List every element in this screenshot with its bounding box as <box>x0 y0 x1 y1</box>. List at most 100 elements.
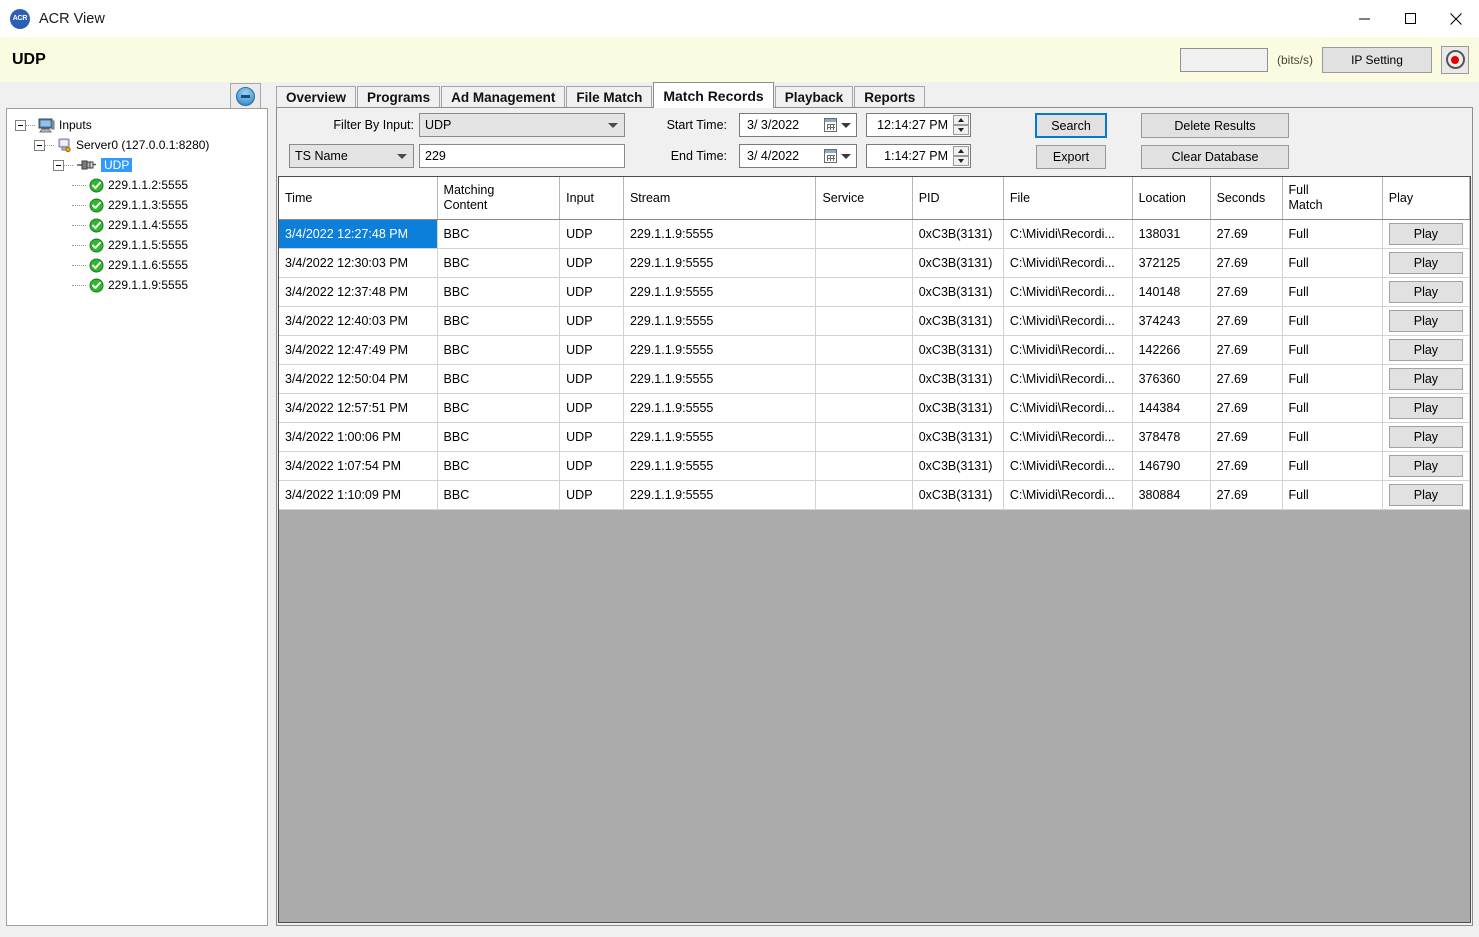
table-row[interactable]: 3/4/2022 12:57:51 PM BBC UDP 229.1.1.9:5555… <box>279 393 1470 423</box>
play-button[interactable]: Play <box>1388 338 1463 361</box>
export-button[interactable]: Export <box>1036 145 1106 169</box>
column-header[interactable]: File <box>1003 177 1133 220</box>
cell-pid: 0xC3B(3131) <box>912 393 1004 423</box>
tree-node-stream[interactable]: 229.1.1.4:5555 <box>15 215 267 235</box>
column-header[interactable]: PID <box>912 177 1004 220</box>
cell-full-match: Full <box>1282 248 1383 278</box>
table-row[interactable]: 3/4/2022 1:00:06 PM BBC UDP 229.1.1.9:5555 0… <box>279 422 1470 452</box>
tree-node-stream[interactable]: 229.1.1.9:5555 <box>15 275 267 295</box>
expander-icon[interactable] <box>34 139 45 151</box>
play-button[interactable]: Play <box>1388 367 1463 390</box>
tree-node-stream[interactable]: 229.1.1.6:5555 <box>15 255 267 275</box>
inputs-tree-panel[interactable]: Inputs Server0 (127.0.0.1:8280) UDP 229.… <box>6 108 268 926</box>
column-header[interactable]: Location <box>1132 177 1211 220</box>
spinner-up-icon[interactable] <box>953 146 969 156</box>
play-button[interactable]: Play <box>1388 425 1463 448</box>
tree-stream-list: 229.1.1.2:5555 229.1.1.3:5555 229.1.1.4:55… <box>15 175 267 295</box>
spinner-down-icon[interactable] <box>953 156 969 166</box>
table-row[interactable]: 3/4/2022 12:40:03 PM BBC UDP 229.1.1.9:5555… <box>279 306 1470 336</box>
play-button[interactable]: Play <box>1388 280 1463 303</box>
cell-play: Play <box>1382 364 1470 394</box>
play-button[interactable]: Play <box>1388 309 1463 332</box>
column-header[interactable]: Play <box>1382 177 1470 220</box>
play-button[interactable]: Play <box>1388 483 1463 506</box>
bitrate-field[interactable] <box>1180 47 1268 72</box>
search-button[interactable]: Search <box>1035 113 1107 138</box>
table-row[interactable]: 3/4/2022 12:27:48 PM BBC UDP 229.1.1.9:5555… <box>279 219 1470 249</box>
delete-results-button[interactable]: Delete Results <box>1141 113 1289 138</box>
cell-input: UDP <box>559 364 624 394</box>
tab-match-records[interactable]: Match Records <box>653 82 774 108</box>
end-time-spinner[interactable]: 1:14:27 PM <box>866 144 971 168</box>
bitrate-unit-label: (bits/s) <box>1277 52 1313 67</box>
cell-input: UDP <box>559 451 624 481</box>
cell-pid: 0xC3B(3131) <box>912 248 1004 278</box>
cell-content: BBC <box>437 451 561 481</box>
tree-node-inputs[interactable]: Inputs <box>15 115 267 135</box>
end-time-label: End Time: <box>670 149 727 163</box>
minimize-button[interactable] <box>1341 0 1387 37</box>
column-header[interactable]: Matching Content <box>437 177 561 220</box>
start-time-value: 12:14:27 PM <box>877 118 948 132</box>
cell-seconds: 27.69 <box>1210 364 1283 394</box>
ip-setting-button[interactable]: IP Setting <box>1322 46 1432 73</box>
table-row[interactable]: 3/4/2022 1:10:09 PM BBC UDP 229.1.1.9:5555 0… <box>279 480 1470 510</box>
cell-stream: 229.1.1.9:5555 <box>623 364 817 394</box>
tree-node-server0[interactable]: Server0 (127.0.0.1:8280) <box>15 135 267 155</box>
play-button[interactable]: Play <box>1388 454 1463 477</box>
table-row[interactable]: 3/4/2022 12:50:04 PM BBC UDP 229.1.1.9:5555… <box>279 364 1470 394</box>
tree-node-stream[interactable]: 229.1.1.5:5555 <box>15 235 267 255</box>
search-text-input[interactable]: 229 <box>419 144 625 168</box>
tab-reports[interactable]: Reports <box>854 86 926 108</box>
close-button[interactable] <box>1433 0 1479 37</box>
play-button[interactable]: Play <box>1388 222 1463 245</box>
spinner-down-icon[interactable] <box>953 125 969 135</box>
tab-programs[interactable]: Programs <box>357 86 441 108</box>
column-header[interactable]: Time <box>279 177 438 220</box>
table-row[interactable]: 3/4/2022 1:07:54 PM BBC UDP 229.1.1.9:5555 0… <box>279 451 1470 481</box>
column-header[interactable]: Stream <box>623 177 817 220</box>
clear-database-button[interactable]: Clear Database <box>1141 145 1289 169</box>
tab-playback[interactable]: Playback <box>774 86 854 108</box>
cell-input: UDP <box>559 306 624 336</box>
tab-ad-management[interactable]: Ad Management <box>441 86 566 108</box>
table-row[interactable]: 3/4/2022 12:37:48 PM BBC UDP 229.1.1.9:5555… <box>279 277 1470 307</box>
tree-node-stream[interactable]: 229.1.1.3:5555 <box>15 195 267 215</box>
cell-full-match: Full <box>1282 277 1383 307</box>
end-date-picker[interactable]: 3/ 4/2022 <box>739 144 857 168</box>
cell-input: UDP <box>559 480 624 510</box>
column-header[interactable]: Input <box>559 177 624 220</box>
app-logo-icon: ACR <box>10 8 30 29</box>
field-selector-value: TS Name <box>295 149 348 163</box>
collapse-panel-button[interactable] <box>230 83 261 110</box>
filter-by-input-select[interactable]: UDP <box>419 113 625 137</box>
tree-node-stream[interactable]: 229.1.1.2:5555 <box>15 175 267 195</box>
cell-input: UDP <box>559 219 624 249</box>
tree-node-udp[interactable]: UDP <box>15 155 267 175</box>
column-header[interactable]: Seconds <box>1210 177 1283 220</box>
expander-icon[interactable] <box>53 159 64 171</box>
spinner-up-icon[interactable] <box>953 115 969 125</box>
start-time-spinner[interactable]: 12:14:27 PM <box>866 113 971 137</box>
cell-content: BBC <box>437 480 561 510</box>
filter-by-input-label: Filter By Input: <box>333 118 414 132</box>
column-header[interactable]: Service <box>815 177 913 220</box>
start-date-picker[interactable]: 3/ 3/2022 <box>739 113 857 137</box>
match-records-grid[interactable]: Time Matching Content Input Stream Service PI… <box>278 176 1471 923</box>
cell-seconds: 27.69 <box>1210 480 1283 510</box>
table-row[interactable]: 3/4/2022 12:30:03 PM BBC UDP 229.1.1.9:5555… <box>279 248 1470 278</box>
chevron-down-icon <box>397 154 407 159</box>
status-ok-icon <box>89 198 104 212</box>
play-button[interactable]: Play <box>1388 396 1463 419</box>
server-icon <box>58 138 71 152</box>
table-row[interactable]: 3/4/2022 12:47:49 PM BBC UDP 229.1.1.9:5555… <box>279 335 1470 365</box>
column-header[interactable]: Full Match <box>1282 177 1383 220</box>
maximize-button[interactable] <box>1387 0 1433 37</box>
field-selector-select[interactable]: TS Name <box>289 144 414 168</box>
expander-icon[interactable] <box>15 119 26 131</box>
cell-file: C:\Mividi\Recordi... <box>1003 422 1133 452</box>
tab-overview[interactable]: Overview <box>276 86 357 108</box>
record-button[interactable] <box>1441 45 1469 74</box>
tab-file-match[interactable]: File Match <box>566 86 653 108</box>
play-button[interactable]: Play <box>1388 251 1463 274</box>
